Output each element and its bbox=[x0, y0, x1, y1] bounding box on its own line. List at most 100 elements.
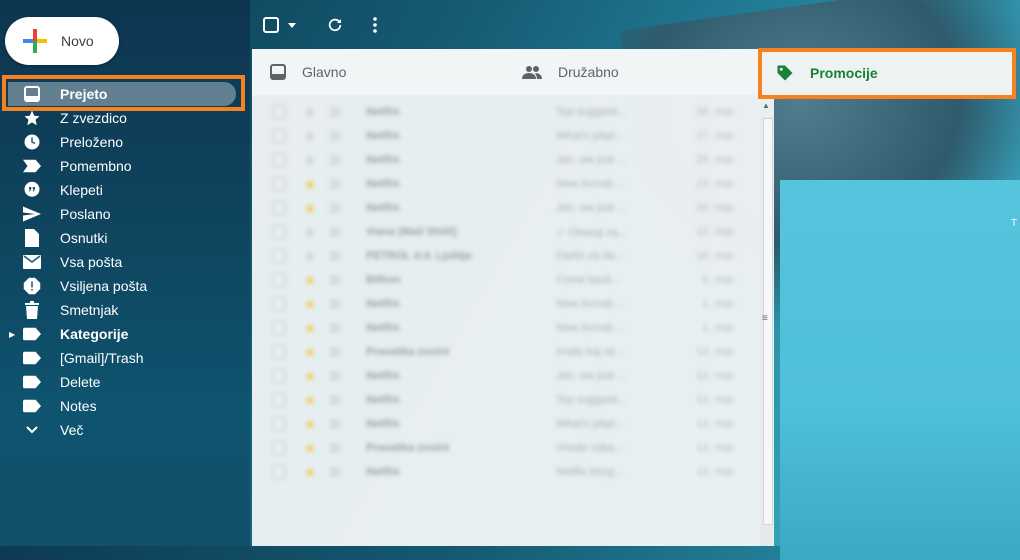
send-icon bbox=[23, 205, 41, 223]
important-icon[interactable] bbox=[328, 347, 342, 357]
important-icon[interactable] bbox=[328, 179, 342, 189]
star-icon[interactable]: ★ bbox=[302, 248, 318, 265]
star-icon[interactable]: ★ bbox=[302, 176, 318, 193]
row-checkbox[interactable] bbox=[272, 153, 286, 167]
tab-druzabno[interactable]: Družabno bbox=[522, 49, 619, 95]
sidebar-item-klepeti[interactable]: Klepeti bbox=[0, 178, 250, 202]
table-row[interactable]: ★ Netflix New Arrival:... 1. mar. bbox=[256, 292, 760, 316]
row-checkbox[interactable] bbox=[272, 249, 286, 263]
sidebar-item-smetnjak[interactable]: Smetnjak bbox=[0, 298, 250, 322]
draft-icon bbox=[23, 229, 41, 247]
row-checkbox[interactable] bbox=[272, 177, 286, 191]
table-row[interactable]: ★ Netflix Jan, we just ... 25. mar. bbox=[256, 148, 760, 172]
row-checkbox[interactable] bbox=[272, 393, 286, 407]
row-checkbox[interactable] bbox=[272, 345, 286, 359]
table-row[interactable]: ★ PETROL d.d. Ljublja Darilo za da... 16. m… bbox=[256, 244, 760, 268]
important-icon[interactable] bbox=[328, 107, 342, 117]
sidebar-item-osnutki[interactable]: Osnutki bbox=[0, 226, 250, 250]
sidebar-item-notes[interactable]: Notes bbox=[0, 394, 250, 418]
select-checkbox[interactable] bbox=[258, 8, 284, 42]
star-icon[interactable]: ★ bbox=[302, 224, 318, 241]
row-checkbox[interactable] bbox=[272, 417, 286, 431]
star-icon[interactable]: ★ bbox=[302, 320, 318, 337]
important-icon[interactable] bbox=[328, 227, 342, 237]
compose-button[interactable]: Novo bbox=[5, 17, 119, 65]
row-checkbox[interactable] bbox=[272, 441, 286, 455]
expand-arrow-icon[interactable]: ▶ bbox=[9, 330, 15, 339]
important-icon[interactable] bbox=[328, 131, 342, 141]
sidebar-item-poslano[interactable]: Poslano bbox=[0, 202, 250, 226]
scroll-up-arrow-icon[interactable]: ▲ bbox=[762, 101, 770, 110]
row-subject: Darilo za da... bbox=[556, 250, 624, 262]
star-icon bbox=[23, 109, 41, 127]
star-icon[interactable]: ★ bbox=[302, 440, 318, 457]
row-sender: Pravaška zvoint bbox=[366, 346, 450, 358]
sidebar-item-kategorije[interactable]: ▶ Kategorije bbox=[0, 322, 250, 346]
table-row[interactable]: ★ Netflix Jan, we just ... 26. mar. bbox=[256, 196, 760, 220]
refresh-icon[interactable] bbox=[318, 8, 352, 42]
star-icon[interactable]: ★ bbox=[302, 272, 318, 289]
row-sender: Pravaška zvoint bbox=[366, 442, 450, 454]
label-icon bbox=[23, 397, 41, 415]
star-icon[interactable]: ★ bbox=[302, 200, 318, 217]
table-row[interactable]: ★ Bithon Come back... 6. mar. bbox=[256, 268, 760, 292]
clock-icon bbox=[23, 133, 41, 151]
table-row[interactable]: ★ Netflix Jan, we just ... 12. mar. bbox=[256, 364, 760, 388]
star-icon[interactable]: ★ bbox=[302, 152, 318, 169]
important-icon[interactable] bbox=[328, 443, 342, 453]
sidebar-item-vsa-posta[interactable]: Vsa pošta bbox=[0, 250, 250, 274]
important-icon[interactable] bbox=[328, 371, 342, 381]
table-row[interactable]: ★ Pravaška zvoint Imate kaj ve... 14. mar. bbox=[256, 340, 760, 364]
sidebar-item-prelozeno[interactable]: Preloženo bbox=[0, 130, 250, 154]
sidebar-item-gmail-trash[interactable]: [Gmail]/Trash bbox=[0, 346, 250, 370]
important-icon[interactable] bbox=[328, 155, 342, 165]
table-row[interactable]: ★ Netflix New Arrival:... 23. mar. bbox=[256, 172, 760, 196]
row-checkbox[interactable] bbox=[272, 465, 286, 479]
sidebar-item-delete[interactable]: Delete bbox=[0, 370, 250, 394]
important-icon[interactable] bbox=[328, 395, 342, 405]
star-icon[interactable]: ★ bbox=[302, 464, 318, 481]
table-row[interactable]: ★ Netflix Top suggesti... 28. mar. bbox=[256, 100, 760, 124]
highlight-promocije bbox=[758, 48, 1016, 99]
star-icon[interactable]: ★ bbox=[302, 344, 318, 361]
sidebar-item-vsiljena-posta[interactable]: Vsiljena pošta bbox=[0, 274, 250, 298]
table-row[interactable]: ★ Viana (Mail Shtili) ✓ Obseqi za... 12. ma… bbox=[256, 220, 760, 244]
table-row[interactable]: ★ Netflix What's playi... 12. mar. bbox=[256, 412, 760, 436]
toolbar bbox=[258, 8, 392, 42]
table-row[interactable]: ★ Netflix Top suggesti... 12. mar. bbox=[256, 388, 760, 412]
star-icon[interactable]: ★ bbox=[302, 128, 318, 145]
important-icon[interactable] bbox=[328, 203, 342, 213]
star-icon[interactable]: ★ bbox=[302, 368, 318, 385]
important-icon[interactable] bbox=[328, 323, 342, 333]
table-row[interactable]: ★ Netflix Netflix bring... 12. mar. bbox=[256, 460, 760, 484]
row-checkbox[interactable] bbox=[272, 201, 286, 215]
important-icon[interactable] bbox=[328, 299, 342, 309]
table-row[interactable]: ★ Netflix What's playi... 27. mar. bbox=[256, 124, 760, 148]
row-checkbox[interactable] bbox=[272, 297, 286, 311]
row-checkbox[interactable] bbox=[272, 321, 286, 335]
important-icon[interactable] bbox=[328, 275, 342, 285]
sidebar-item-vec[interactable]: Več bbox=[0, 418, 250, 442]
row-checkbox[interactable] bbox=[272, 225, 286, 239]
star-icon[interactable]: ★ bbox=[302, 296, 318, 313]
row-checkbox[interactable] bbox=[272, 105, 286, 119]
trash-icon bbox=[23, 301, 41, 319]
important-icon[interactable] bbox=[328, 251, 342, 261]
sidebar-item-pomembno[interactable]: Pomembno bbox=[0, 154, 250, 178]
row-checkbox[interactable] bbox=[272, 129, 286, 143]
more-options-icon[interactable] bbox=[358, 8, 392, 42]
table-row[interactable]: ★ Pravaška zvoint Vreabi vaba... 12. mar. bbox=[256, 436, 760, 460]
row-checkbox[interactable] bbox=[272, 273, 286, 287]
row-date: 12. mar. bbox=[696, 418, 736, 430]
important-icon[interactable] bbox=[328, 467, 342, 477]
row-subject: What's playi... bbox=[556, 418, 625, 430]
tab-glavno[interactable]: Glavno bbox=[270, 49, 346, 95]
row-checkbox[interactable] bbox=[272, 369, 286, 383]
select-dropdown-icon[interactable] bbox=[284, 8, 300, 42]
star-icon[interactable]: ★ bbox=[302, 416, 318, 433]
table-row[interactable]: ★ Netflix New Arrival:... 1. mar. bbox=[256, 316, 760, 340]
star-icon[interactable]: ★ bbox=[302, 104, 318, 121]
important-icon[interactable] bbox=[328, 419, 342, 429]
row-subject: Jan, we just ... bbox=[556, 202, 627, 214]
star-icon[interactable]: ★ bbox=[302, 392, 318, 409]
